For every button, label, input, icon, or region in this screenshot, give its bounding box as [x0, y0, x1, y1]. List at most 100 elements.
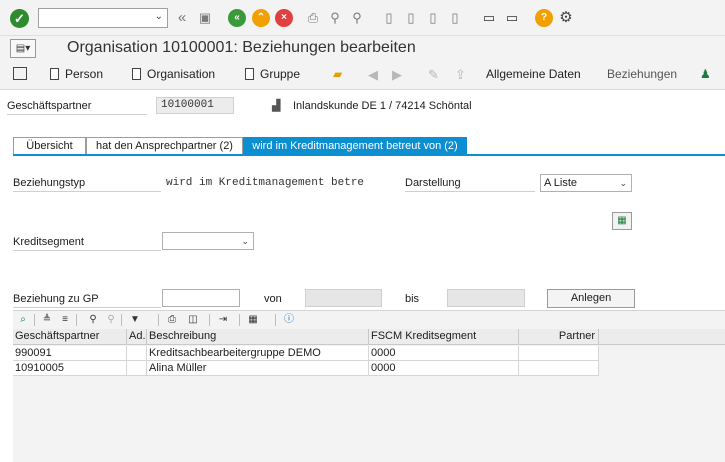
chevron-down-icon[interactable]: ⌄	[155, 11, 163, 22]
table-cell	[519, 346, 599, 361]
separator	[239, 314, 240, 326]
table-cell: Kreditsachbearbeitergruppe DEMO	[147, 346, 369, 361]
settings-icon[interactable]: ⚙	[557, 9, 575, 27]
relationship-table: Geschäftspartner Ad.. Beschreibung FSCM …	[13, 329, 725, 462]
transport-icon[interactable]: ⇪	[455, 67, 466, 83]
separator	[76, 314, 77, 326]
beziehungen-button[interactable]: Beziehungen	[607, 67, 677, 81]
application-toolbar: Person Organisation Gruppe ▰ ◀ ▶ ✎ ⇪ All…	[0, 62, 725, 90]
separator	[121, 314, 122, 326]
chevron-down-icon: ⌄	[241, 236, 249, 246]
document-icon	[132, 68, 141, 80]
document-icon	[50, 68, 59, 80]
arrow-left-icon[interactable]: ◀	[368, 67, 378, 83]
prev-page-icon[interactable]: ▯	[402, 9, 420, 27]
darstellung-value: A Liste	[544, 177, 578, 189]
print-icon[interactable]: ⎙	[164, 312, 180, 328]
anlegen-button[interactable]: Anlegen	[547, 289, 635, 308]
views-icon[interactable]: ◫	[185, 312, 201, 328]
person-button[interactable]: Person	[50, 67, 103, 81]
table-header: Geschäftspartner Ad.. Beschreibung FSCM …	[13, 329, 725, 345]
page-title: Organisation 10100001: Beziehungen bearb…	[67, 39, 416, 56]
table-settings-icon[interactable]: ▦	[612, 212, 632, 230]
menu-icon[interactable]: ▤▾	[10, 39, 36, 58]
tab-uebersicht[interactable]: Übersicht	[13, 137, 86, 155]
cancel-icon[interactable]: ×	[275, 9, 293, 27]
export-icon[interactable]: ⇥	[215, 312, 231, 328]
darstellung-select[interactable]: A Liste ⌄	[540, 174, 632, 192]
table-cell	[127, 346, 147, 361]
print-icon[interactable]: ⎙	[304, 9, 322, 27]
separator	[34, 314, 35, 326]
von-date-input[interactable]	[305, 289, 382, 307]
person-label: Person	[65, 67, 104, 81]
bis-date-input[interactable]	[447, 289, 525, 307]
grid-toolbar: ⌕ ≜ ≡ ⚲ ⚲ ▼ ⎙ ◫ ⇥ ▦ ⓘ	[13, 310, 725, 329]
geschaeftspartner-label: Geschäftspartner	[7, 100, 147, 115]
kreditsegment-select[interactable]: ⌄	[162, 232, 254, 250]
column-header[interactable]: Ad..	[127, 329, 147, 345]
geschaeftspartner-field[interactable]: 10100001	[156, 97, 234, 114]
column-header[interactable]: Partner	[519, 329, 599, 345]
kreditsegment-label: Kreditsegment	[13, 236, 161, 251]
partner-icon[interactable]: ♟	[700, 67, 711, 81]
find-next-icon[interactable]: ⚲	[348, 9, 366, 27]
next-page-icon[interactable]: ▯	[424, 9, 442, 27]
beziehungstyp-value: wird im Kreditmanagement betre	[166, 177, 365, 189]
pen-icon[interactable]: ✎	[428, 67, 439, 83]
table-cell: 0000	[369, 346, 519, 361]
darstellung-label: Darstellung	[405, 177, 535, 192]
save-icon[interactable]: ▣	[196, 9, 214, 27]
back-icon[interactable]: «	[228, 9, 246, 27]
chevron-down-icon: ⌄	[619, 178, 627, 188]
sort-descending-icon[interactable]: ≡	[57, 312, 73, 328]
gruppe-button[interactable]: Gruppe	[245, 67, 300, 81]
separator	[275, 314, 276, 326]
table-cell: 10910005	[13, 361, 127, 376]
table-cell	[127, 361, 147, 376]
allgemeine-daten-button[interactable]: Allgemeine Daten	[486, 67, 581, 81]
command-field[interactable]: ⌄	[38, 8, 168, 28]
find-next-icon[interactable]: ⚲	[103, 312, 119, 328]
document-icon	[245, 68, 254, 80]
table-cell: Alina Müller	[147, 361, 369, 376]
layout-icon[interactable]: ▦	[245, 312, 261, 328]
details-icon[interactable]: ⌕	[15, 312, 31, 328]
partner-description: Inlandskunde DE 1 / 74214 Schöntal	[293, 100, 472, 112]
tab-kreditmanagement[interactable]: wird im Kreditmanagement betreut von (2)	[243, 137, 467, 155]
beziehungstyp-label: Beziehungstyp	[13, 177, 161, 192]
beziehung-zu-gp-input[interactable]	[162, 289, 240, 307]
organisation-label: Organisation	[147, 67, 216, 81]
last-page-icon[interactable]: ▯	[446, 9, 464, 27]
separator	[158, 314, 159, 326]
find-icon[interactable]: ⚲	[326, 9, 344, 27]
tab-underline	[13, 154, 725, 156]
help-icon[interactable]: ?	[535, 9, 553, 27]
system-toolbar: ✓ ⌄ « ▣ « ⌃ × ⎙ ⚲ ⚲ ▯ ▯ ▯ ▯ ▭ ▭ ? ⚙	[0, 0, 725, 36]
tab-ansprechpartner[interactable]: hat den Ansprechpartner (2)	[86, 137, 243, 155]
column-header[interactable]: Beschreibung	[147, 329, 369, 345]
find-icon[interactable]: ⚲	[85, 312, 101, 328]
bis-label: bis	[405, 293, 420, 305]
sort-ascending-icon[interactable]: ≜	[39, 312, 55, 328]
first-page-icon[interactable]: ▯	[380, 9, 398, 27]
von-label: von	[264, 293, 282, 305]
separator	[209, 314, 210, 326]
filter-icon[interactable]: ▼	[127, 312, 143, 328]
organisation-button[interactable]: Organisation	[132, 67, 215, 81]
arrow-right-icon[interactable]: ▶	[392, 67, 402, 83]
table-cell	[519, 361, 599, 376]
layout-icon[interactable]	[13, 67, 27, 83]
factory-icon: ▟	[272, 100, 281, 112]
title-bar: ▤▾ Organisation 10100001: Beziehungen be…	[0, 36, 725, 62]
enter-icon[interactable]: ✓	[10, 9, 29, 28]
gruppe-label: Gruppe	[260, 67, 301, 81]
column-header[interactable]: Geschäftspartner	[13, 329, 127, 345]
shortcut-icon[interactable]: ▭	[503, 9, 521, 27]
double-chevron-left-icon[interactable]: «	[173, 9, 191, 27]
exit-icon[interactable]: ⌃	[252, 9, 270, 27]
new-session-icon[interactable]: ▭	[480, 9, 498, 27]
open-folder-icon[interactable]: ▰	[333, 67, 342, 81]
column-header[interactable]: FSCM Kreditsegment	[369, 329, 519, 345]
info-icon[interactable]: ⓘ	[281, 312, 297, 328]
